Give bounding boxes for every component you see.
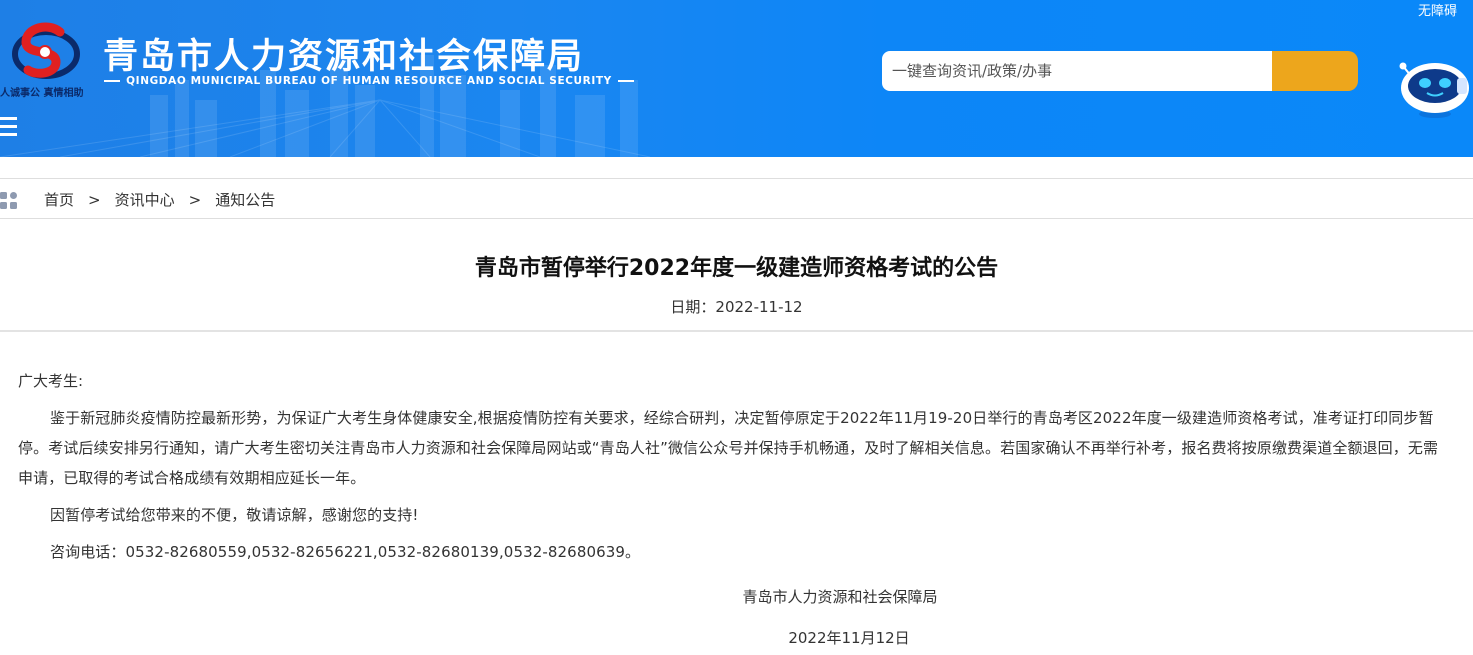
article-date-label: 日期： (670, 298, 716, 316)
article-paragraph: 因暂停考试给您带来的不便，敬请谅解，感谢您的支持! (50, 506, 419, 524)
site-subtitle: QINGDAO MUNICIPAL BUREAU OF HUMAN RESOUR… (126, 75, 612, 87)
search-bar (882, 51, 1358, 91)
accessibility-link[interactable]: 无障碍 (1418, 0, 1457, 19)
signature-organization: 青岛市人力资源和社会保障局 (742, 588, 938, 606)
article-date: 2022-11-12 (715, 298, 803, 316)
article-paragraph: 鉴于新冠肺炎疫情防控最新形势，为保证广大考生身体健康安全,根据疫情防控有关要求，… (18, 409, 1439, 487)
grid-icon (0, 192, 17, 209)
breadcrumb-home[interactable]: 首页 (44, 189, 74, 210)
breadcrumb-bar: 首页 > 资讯中心 > 通知公告 (0, 178, 1473, 219)
site-header: 无障碍 人诚事公 真情相助 青岛市人力资源和社会保障局 QINGDAO MUNI… (0, 0, 1473, 157)
site-title[interactable]: 青岛市人力资源和社会保障局 (103, 28, 584, 79)
article-body: 广大考生: 鉴于新冠肺炎疫情防控最新形势，为保证广大考生身体健康安全,根据疫情防… (18, 366, 1448, 567)
breadcrumb-separator: > (188, 190, 202, 209)
logo-slogan: 人诚事公 真情相助 (0, 88, 84, 99)
subtitle-dash-right (617, 80, 634, 82)
search-button[interactable] (1272, 51, 1358, 91)
breadcrumb: 首页 > 资讯中心 > 通知公告 (44, 189, 275, 210)
bureau-emblem-icon[interactable] (12, 22, 80, 82)
article-paragraph: 咨询电话：0532-82680559,0532-82656221,0532-82… (50, 543, 641, 561)
signature-date: 2022年11月12日 (788, 629, 910, 647)
subtitle-dash-left (104, 80, 121, 82)
breadcrumb-separator: > (88, 190, 101, 209)
site-subtitle-row: QINGDAO MUNICIPAL BUREAU OF HUMAN RESOUR… (104, 75, 634, 87)
title-divider (0, 330, 1473, 332)
article-date-line: 日期：2022-11-12 (0, 296, 1473, 317)
breadcrumb-notices[interactable]: 通知公告 (215, 189, 275, 210)
assistant-robot-icon[interactable] (1397, 58, 1473, 120)
article-title: 青岛市暂停举行2022年度一级建造师资格考试的公告 (474, 256, 999, 281)
article-greeting: 广大考生: (18, 372, 84, 390)
breadcrumb-news-center[interactable]: 资讯中心 (115, 189, 175, 210)
hamburger-menu-icon[interactable] (0, 117, 18, 141)
search-input[interactable] (882, 51, 1277, 91)
